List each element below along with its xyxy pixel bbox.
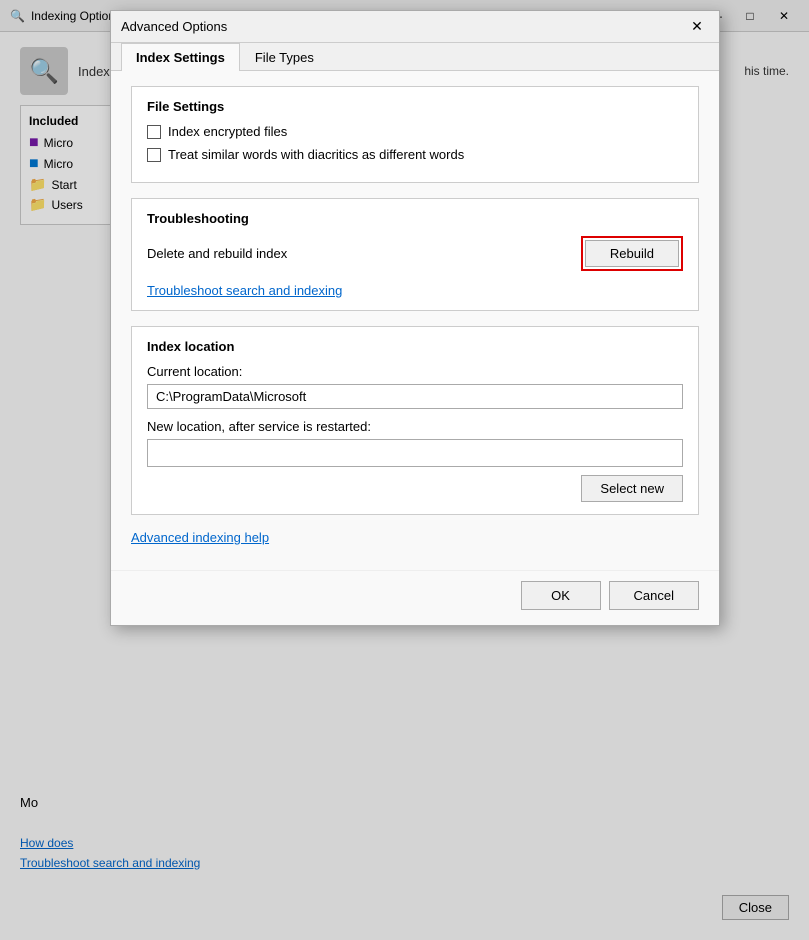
tab-index-settings[interactable]: Index Settings bbox=[121, 43, 240, 71]
index-location-section: Index location Current location: C:\Prog… bbox=[131, 326, 699, 515]
dialog-close-btn[interactable]: ✕ bbox=[685, 15, 709, 39]
select-new-row: Select new bbox=[147, 475, 683, 502]
ok-btn[interactable]: OK bbox=[521, 581, 601, 610]
dialog-title: Advanced Options bbox=[121, 19, 227, 34]
advanced-indexing-help-link[interactable]: Advanced indexing help bbox=[131, 530, 269, 545]
troubleshooting-label: Troubleshooting bbox=[147, 211, 683, 226]
current-location-label: Current location: bbox=[147, 364, 683, 379]
troubleshooting-section: Troubleshooting Delete and rebuild index… bbox=[131, 198, 699, 311]
tab-file-types[interactable]: File Types bbox=[240, 43, 329, 71]
checkbox-encrypt[interactable] bbox=[147, 125, 161, 139]
checkbox-encrypt-label: Index encrypted files bbox=[168, 124, 287, 139]
current-location-value: C:\ProgramData\Microsoft bbox=[147, 384, 683, 409]
file-settings-label: File Settings bbox=[147, 99, 683, 114]
index-location-title: Index location bbox=[147, 339, 683, 354]
checkbox-diacritics-label: Treat similar words with diacritics as d… bbox=[168, 147, 464, 162]
dialog-tabs: Index Settings File Types bbox=[111, 43, 719, 71]
troubleshoot-row: Delete and rebuild index Rebuild bbox=[147, 236, 683, 271]
dialog-body: File Settings Index encrypted files Trea… bbox=[111, 71, 719, 570]
select-new-btn[interactable]: Select new bbox=[581, 475, 683, 502]
advanced-help-row: Advanced indexing help bbox=[131, 530, 699, 545]
dialog-titlebar: Advanced Options ✕ bbox=[111, 11, 719, 43]
new-location-input[interactable] bbox=[147, 439, 683, 467]
checkbox-row-encrypt: Index encrypted files bbox=[147, 124, 683, 139]
dialog-footer: OK Cancel bbox=[111, 570, 719, 625]
rebuild-btn[interactable]: Rebuild bbox=[585, 240, 679, 267]
advanced-options-dialog: Advanced Options ✕ Index Settings File T… bbox=[110, 10, 720, 626]
file-settings-section: File Settings Index encrypted files Trea… bbox=[131, 86, 699, 183]
checkbox-diacritics[interactable] bbox=[147, 148, 161, 162]
troubleshoot-search-link[interactable]: Troubleshoot search and indexing bbox=[147, 283, 342, 298]
delete-rebuild-label: Delete and rebuild index bbox=[147, 246, 287, 261]
checkbox-row-diacritics: Treat similar words with diacritics as d… bbox=[147, 147, 683, 162]
rebuild-btn-wrapper: Rebuild bbox=[581, 236, 683, 271]
cancel-btn[interactable]: Cancel bbox=[609, 581, 699, 610]
new-location-label: New location, after service is restarted… bbox=[147, 419, 683, 434]
